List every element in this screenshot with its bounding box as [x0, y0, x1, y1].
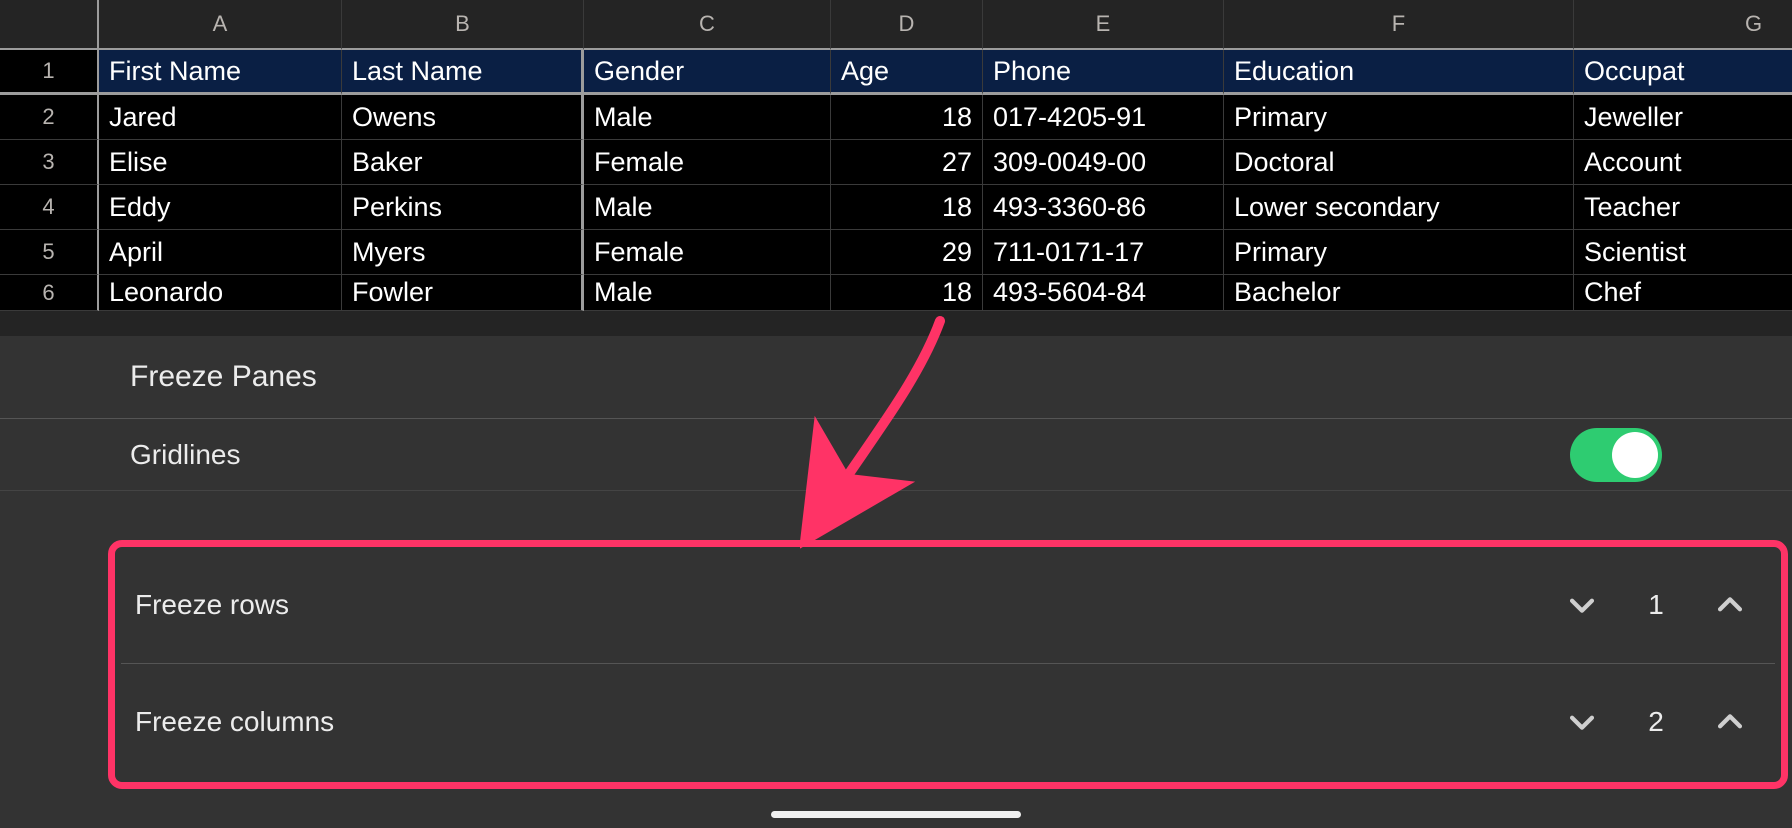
freeze-rows-stepper: 1 — [1565, 588, 1747, 622]
cell[interactable]: Perkins — [342, 185, 584, 230]
cell[interactable]: Myers — [342, 230, 584, 275]
row-header-3[interactable]: 3 — [0, 140, 99, 185]
cell[interactable]: Jeweller — [1574, 95, 1792, 140]
row-header-2[interactable]: 2 — [0, 95, 99, 140]
row-header-6[interactable]: 6 — [0, 275, 99, 311]
cell[interactable]: 29 — [831, 230, 983, 275]
gridlines-toggle[interactable] — [1570, 428, 1662, 482]
cell[interactable]: Male — [584, 95, 831, 140]
cell[interactable]: 18 — [831, 275, 983, 311]
cell[interactable]: Last Name — [342, 50, 584, 95]
cell[interactable]: Primary — [1224, 95, 1574, 140]
cell[interactable]: Primary — [1224, 230, 1574, 275]
cell[interactable]: April — [99, 230, 342, 275]
cell[interactable]: Scientist — [1574, 230, 1792, 275]
cell[interactable]: 309-0049-00 — [983, 140, 1224, 185]
chevron-down-icon[interactable] — [1565, 588, 1599, 622]
cell[interactable]: Owens — [342, 95, 584, 140]
column-headers: A B C D E F G — [0, 0, 1792, 50]
cell[interactable]: 18 — [831, 95, 983, 140]
freeze-columns-row: Freeze columns 2 — [121, 663, 1775, 780]
row-header-4[interactable]: 4 — [0, 185, 99, 230]
cell[interactable]: Baker — [342, 140, 584, 185]
col-header-D[interactable]: D — [831, 0, 983, 50]
cell[interactable]: Chef — [1574, 275, 1792, 311]
cell[interactable]: 017-4205-91 — [983, 95, 1224, 140]
col-header-E[interactable]: E — [983, 0, 1224, 50]
table-row: 4 Eddy Perkins Male 18 493-3360-86 Lower… — [0, 185, 1792, 230]
chevron-up-icon[interactable] — [1713, 705, 1747, 739]
col-header-C[interactable]: C — [584, 0, 831, 50]
cell[interactable]: 493-5604-84 — [983, 275, 1224, 311]
col-header-G[interactable]: G — [1574, 0, 1792, 50]
cell[interactable]: 711-0171-17 — [983, 230, 1224, 275]
cell[interactable]: Lower secondary — [1224, 185, 1574, 230]
cell[interactable]: Doctoral — [1224, 140, 1574, 185]
freeze-rows-value: 1 — [1645, 589, 1667, 621]
chevron-up-icon[interactable] — [1713, 588, 1747, 622]
cell[interactable]: First Name — [99, 50, 342, 95]
freeze-columns-value: 2 — [1645, 706, 1667, 738]
table-row: 5 April Myers Female 29 711-0171-17 Prim… — [0, 230, 1792, 275]
cell[interactable]: Occupat — [1574, 50, 1792, 95]
col-header-F[interactable]: F — [1224, 0, 1574, 50]
gridlines-label: Gridlines — [130, 439, 240, 471]
cell[interactable]: Age — [831, 50, 983, 95]
cell[interactable]: Male — [584, 275, 831, 311]
cell[interactable]: Eddy — [99, 185, 342, 230]
gridlines-row: Gridlines — [0, 419, 1792, 491]
freeze-rows-label: Freeze rows — [135, 589, 289, 621]
col-header-B[interactable]: B — [342, 0, 584, 50]
panel-title: Freeze Panes — [0, 336, 1792, 418]
table-row: 1 First Name Last Name Gender Age Phone … — [0, 50, 1792, 95]
cell[interactable]: Education — [1224, 50, 1574, 95]
spreadsheet[interactable]: A B C D E F G 1 First Name Last Name Gen… — [0, 0, 1792, 340]
cell[interactable]: Gender — [584, 50, 831, 95]
table-row: 3 Elise Baker Female 27 309-0049-00 Doct… — [0, 140, 1792, 185]
freeze-rows-row: Freeze rows 1 — [109, 546, 1787, 663]
cell[interactable]: 27 — [831, 140, 983, 185]
cell[interactable]: Female — [584, 140, 831, 185]
cell[interactable]: Male — [584, 185, 831, 230]
row-header-1[interactable]: 1 — [0, 50, 99, 95]
cell[interactable]: Bachelor — [1224, 275, 1574, 311]
freeze-panes-panel: Freeze Panes Gridlines Freeze rows 1 — [0, 336, 1792, 828]
cell[interactable]: 493-3360-86 — [983, 185, 1224, 230]
cell[interactable]: Teacher — [1574, 185, 1792, 230]
cell[interactable]: Female — [584, 230, 831, 275]
cell[interactable]: Fowler — [342, 275, 584, 311]
cell[interactable]: Elise — [99, 140, 342, 185]
cell[interactable]: Jared — [99, 95, 342, 140]
table-row: 6 Leonardo Fowler Male 18 493-5604-84 Ba… — [0, 275, 1792, 320]
freeze-columns-label: Freeze columns — [135, 706, 334, 738]
freeze-columns-stepper: 2 — [1565, 705, 1747, 739]
cell[interactable]: Account — [1574, 140, 1792, 185]
table-row: 2 Jared Owens Male 18 017-4205-91 Primar… — [0, 95, 1792, 140]
home-indicator — [771, 811, 1021, 818]
corner-cell[interactable] — [0, 0, 99, 50]
chevron-down-icon[interactable] — [1565, 705, 1599, 739]
cell[interactable]: 18 — [831, 185, 983, 230]
row-header-5[interactable]: 5 — [0, 230, 99, 275]
cell[interactable]: Leonardo — [99, 275, 342, 311]
col-header-A[interactable]: A — [99, 0, 342, 50]
cell[interactable]: Phone — [983, 50, 1224, 95]
